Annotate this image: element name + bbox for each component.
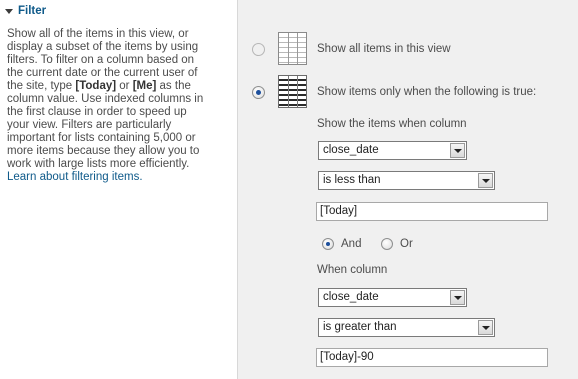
- filter-settings-pane: Show all items in this view Show items o…: [237, 0, 578, 379]
- filtered-grid-icon: [278, 75, 307, 108]
- chevron-down-icon[interactable]: [478, 173, 493, 188]
- clause1-column-select[interactable]: close_date: [318, 141, 467, 160]
- chevron-down-icon[interactable]: [450, 143, 465, 158]
- show-all-radio[interactable]: [252, 43, 265, 56]
- section-header[interactable]: Filter: [5, 5, 46, 17]
- when-column-label: When column: [317, 264, 388, 276]
- clause1-operator-select[interactable]: is less than: [318, 171, 495, 190]
- clause2-value-input[interactable]: [Today]-90: [316, 348, 548, 367]
- description-line: display a subset of the items by using: [7, 41, 199, 53]
- show-all-label: Show all items in this view: [317, 43, 451, 55]
- column-label: Show the items when column: [317, 118, 467, 130]
- description-line: the site, type [Today] or [Me] as the: [7, 80, 191, 92]
- clause2-operator-value: is greater than: [323, 321, 397, 333]
- description-line: your view. Filters are particularly: [7, 119, 172, 131]
- show-filtered-radio[interactable]: [252, 86, 265, 99]
- filter-description-pane: Filter Show all of the items in this vie…: [0, 0, 237, 379]
- filter-description: Show all of the items in this view, or d…: [7, 28, 231, 184]
- description-line: work with large lists more efficiently.: [7, 158, 190, 170]
- description-line: the first clause in order to speed up: [7, 106, 187, 118]
- chevron-down-icon[interactable]: [478, 320, 493, 335]
- clause2-operator-select[interactable]: is greater than: [318, 318, 495, 337]
- and-label: And: [341, 238, 362, 250]
- collapse-arrow-icon[interactable]: [5, 8, 13, 14]
- list-grid-icon: [278, 32, 307, 65]
- description-line: filters. To filter on a column based on: [7, 54, 195, 66]
- learn-about-filtering-link[interactable]: Learn about filtering items.: [7, 171, 143, 183]
- section-title: Filter: [18, 5, 47, 17]
- chevron-down-icon[interactable]: [450, 290, 465, 305]
- clause1-value-input[interactable]: [Today]: [316, 202, 548, 221]
- clause1-operator-value: is less than: [323, 174, 381, 186]
- clause2-column-select[interactable]: close_date: [318, 288, 467, 307]
- clause2-column-value: close_date: [323, 291, 379, 303]
- clause1-column-value: close_date: [323, 144, 379, 156]
- description-line: column value. Use indexed columns in: [7, 93, 204, 105]
- description-line: Show all of the items in this view, or: [7, 28, 189, 40]
- description-line: more items because they allow you to: [7, 145, 200, 157]
- description-line: the current date or the current user of: [7, 67, 198, 79]
- description-line: important for lists containing 5,000 or: [7, 132, 196, 144]
- and-radio[interactable]: [322, 238, 334, 250]
- or-label: Or: [400, 238, 413, 250]
- show-filtered-label: Show items only when the following is tr…: [317, 86, 537, 98]
- or-radio[interactable]: [381, 238, 393, 250]
